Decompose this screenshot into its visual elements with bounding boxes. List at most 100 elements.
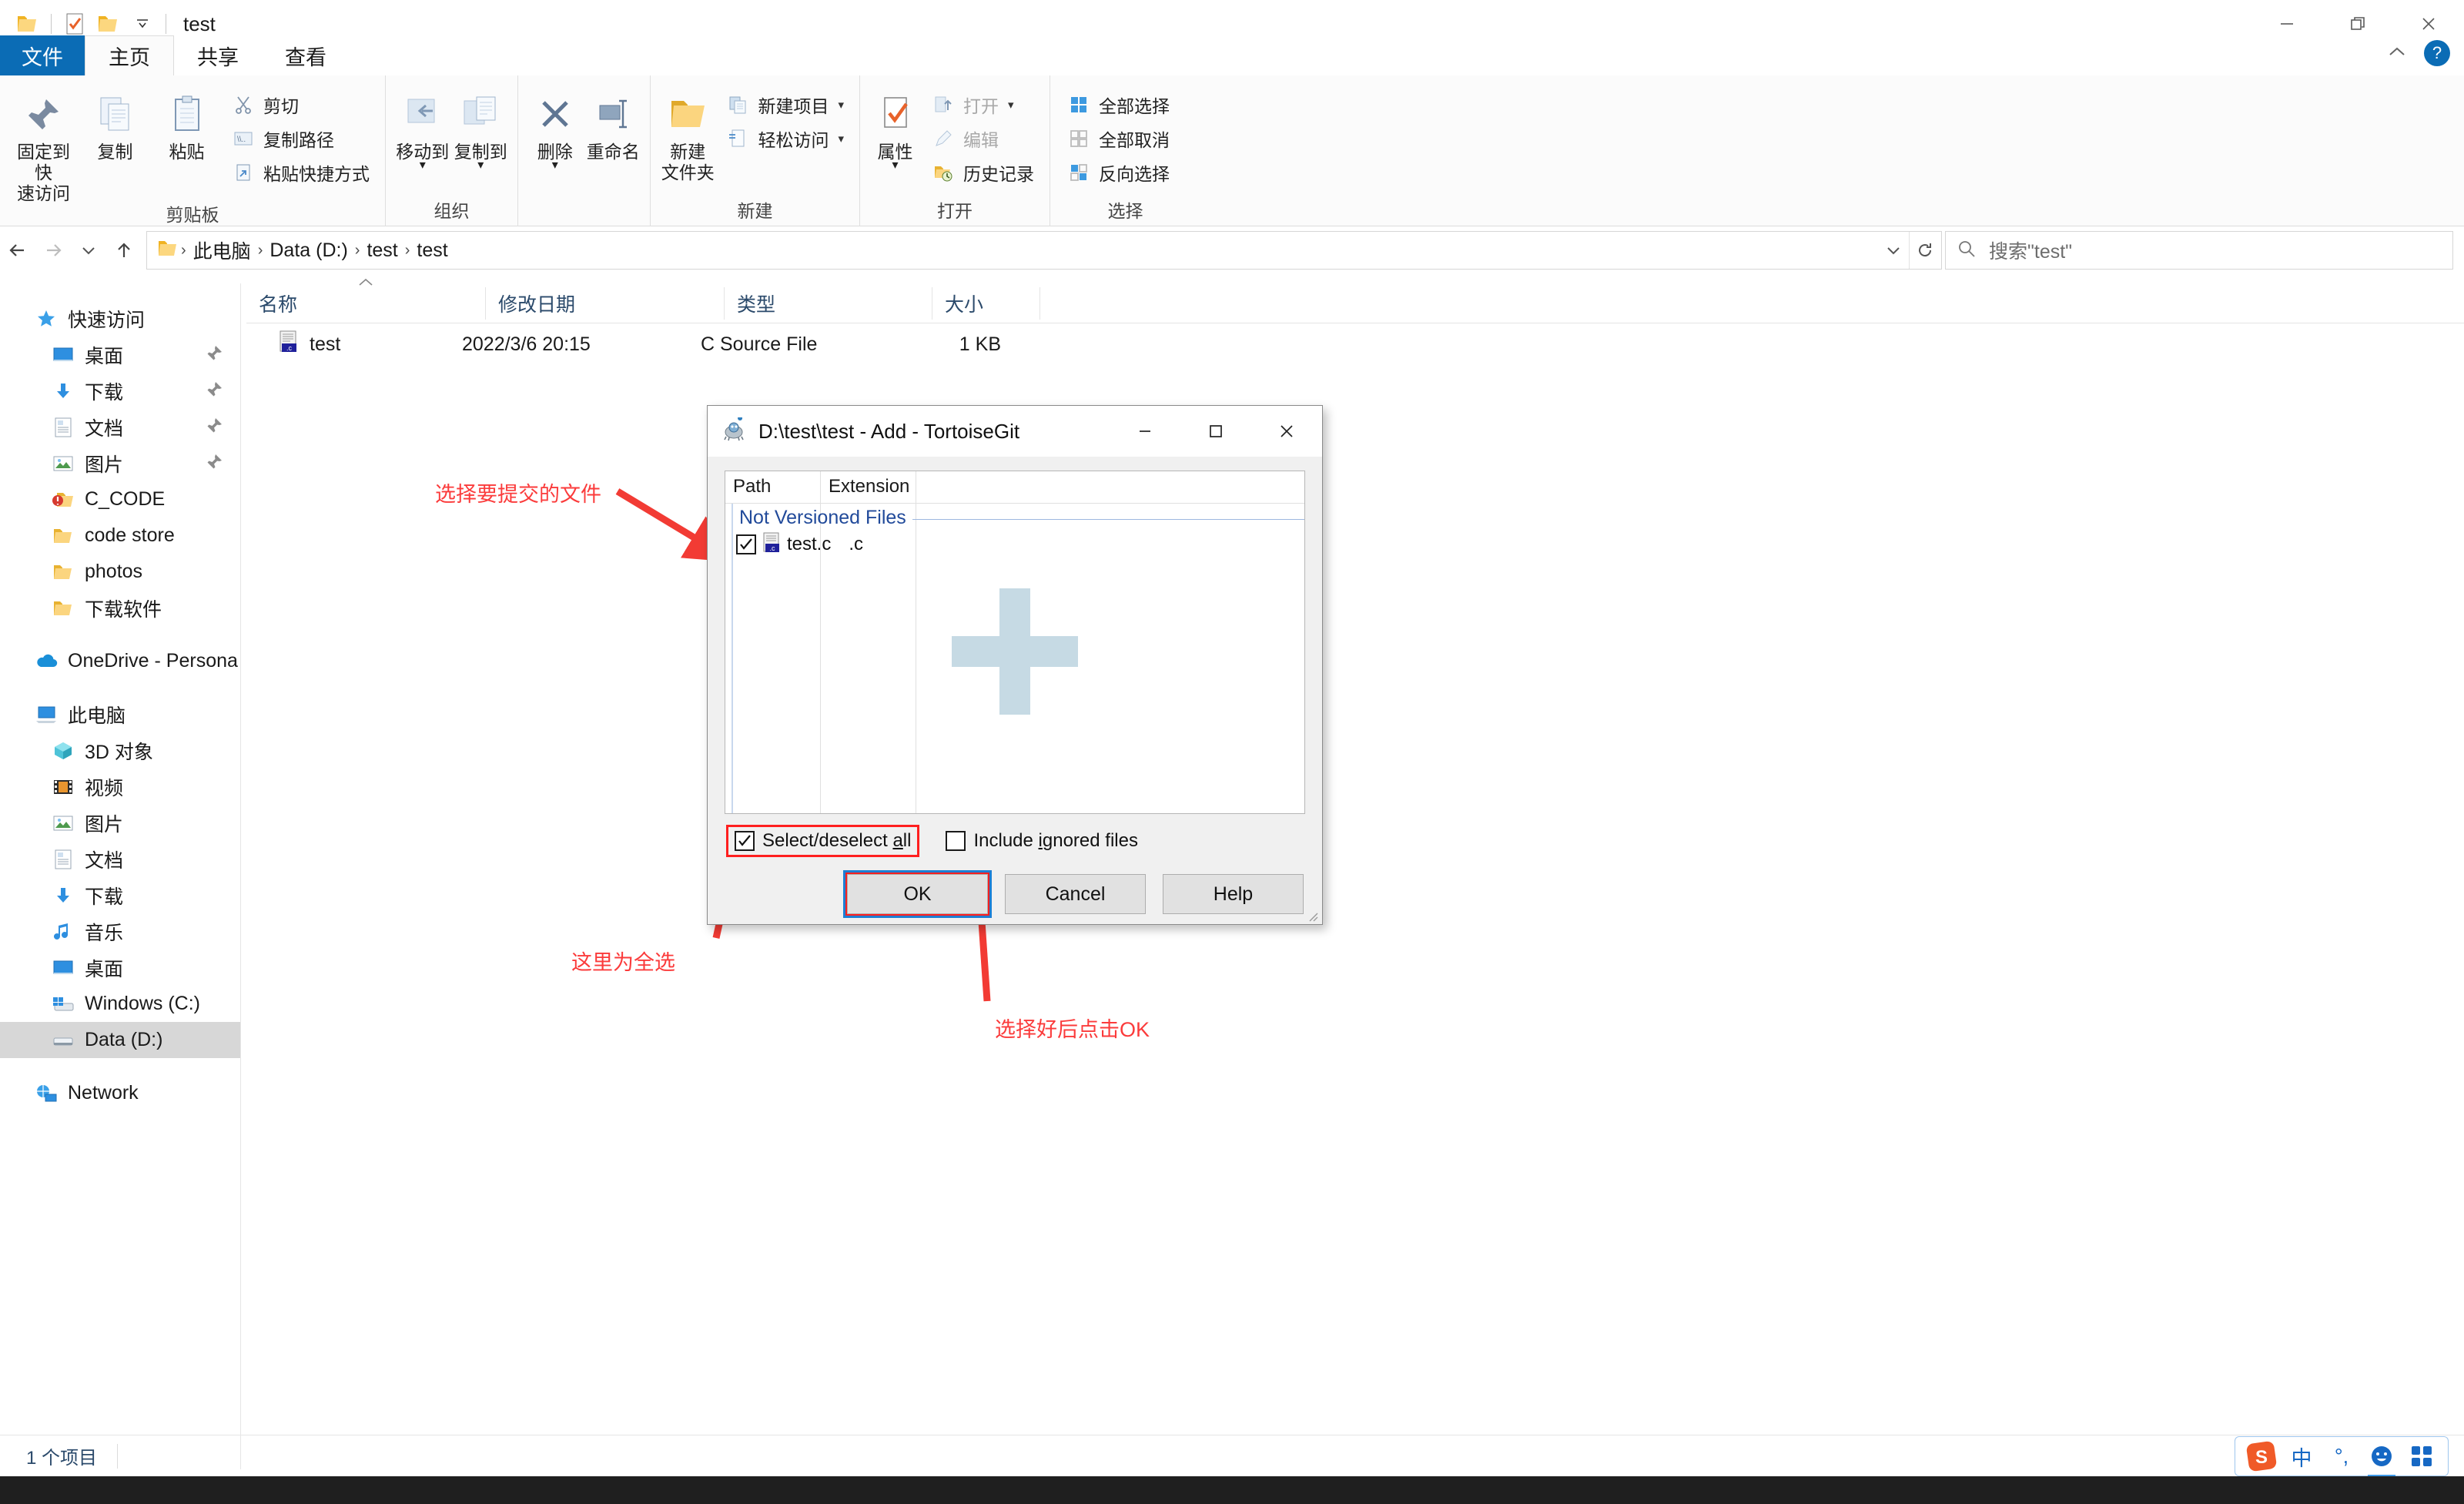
invert-selection-button[interactable]: 反向选择 <box>1060 156 1176 189</box>
chinese-mode-icon[interactable]: 中 <box>2283 1439 2320 1473</box>
resize-grip[interactable] <box>1305 909 1319 923</box>
sidebar-item-downloads[interactable]: 下载 <box>0 373 240 409</box>
refresh-icon[interactable] <box>1909 232 1940 269</box>
sidebar-item-pictures-pc[interactable]: 图片 <box>0 805 240 841</box>
sidebar-item-videos[interactable]: 视频 <box>0 769 240 805</box>
rename-button[interactable]: 重命名 <box>586 83 641 162</box>
chevron-down-icon-3[interactable]: ▾ <box>552 162 558 169</box>
list-column-path[interactable]: Path <box>725 471 820 504</box>
breadcrumb-item-2[interactable]: test <box>361 240 403 262</box>
forward-arrow-icon[interactable] <box>35 226 71 274</box>
desktop-icon <box>51 343 75 367</box>
file-checkbox[interactable] <box>736 534 756 554</box>
taskbar[interactable] <box>0 1476 2464 1504</box>
sidebar-item-quick-access[interactable]: 快速访问 <box>0 300 240 337</box>
chevron-down-icon-5[interactable]: ▾ <box>838 132 844 146</box>
chevron-down-icon-6[interactable]: ▾ <box>892 162 898 169</box>
search-input[interactable]: 搜索"test" <box>1945 231 2453 270</box>
pin-icon-1[interactable] <box>205 380 223 404</box>
breadcrumb-item-0[interactable]: 此电脑 <box>188 236 256 264</box>
column-header-type[interactable]: 类型 <box>724 287 932 320</box>
delete-button[interactable]: 删除 ▾ <box>527 83 583 169</box>
include-ignored-files-box[interactable] <box>946 831 966 851</box>
sidebar-item-data-d[interactable]: Data (D:) <box>0 1022 240 1058</box>
select-deselect-all-box[interactable] <box>735 831 755 851</box>
select-deselect-all-checkbox[interactable]: Select/deselect all <box>726 825 919 857</box>
include-ignored-files-checkbox[interactable]: Include ignored files <box>939 827 1143 855</box>
sidebar-item-desktop[interactable]: 桌面 <box>0 337 240 373</box>
sidebar-item-code-store[interactable]: code store <box>0 518 240 554</box>
chevron-down-icon-4[interactable]: ▾ <box>838 98 844 112</box>
pin-to-quick-access-button[interactable]: 固定到快速访问 <box>9 83 78 204</box>
sidebar-item-c-code[interactable]: C_CODE <box>0 481 240 518</box>
file-selection-list[interactable]: Path Extension Not Versioned Files .c <box>725 471 1305 814</box>
chevron-down-icon[interactable]: ▾ <box>420 162 426 169</box>
sidebar-item-network[interactable]: Network <box>0 1075 240 1111</box>
back-arrow-icon[interactable] <box>0 226 35 274</box>
pin-icon-2[interactable] <box>205 417 223 440</box>
pin-icon-3[interactable] <box>205 453 223 477</box>
tab-file[interactable]: 文件 <box>0 35 85 75</box>
chevron-down-icon-address[interactable] <box>1878 232 1909 269</box>
dialog-maximize-icon[interactable] <box>1180 406 1251 457</box>
sidebar-item-3d-objects[interactable]: 3D 对象 <box>0 732 240 769</box>
paste-button[interactable]: 粘贴 <box>152 83 221 162</box>
chevron-down-icon-2[interactable]: ▾ <box>477 162 484 169</box>
sidebar-item-windows-c[interactable]: Windows (C:) <box>0 986 240 1022</box>
sidebar-item-this-pc[interactable]: 此电脑 <box>0 696 240 732</box>
dialog-minimize-icon[interactable] <box>1110 406 1180 457</box>
column-header-date[interactable]: 修改日期 <box>485 287 724 320</box>
help-icon[interactable]: ? <box>2424 40 2450 66</box>
sogou-ime-icon[interactable]: S <box>2243 1439 2280 1473</box>
list-item[interactable]: .c test.c .c <box>725 529 1304 560</box>
punctuation-icon[interactable]: °, <box>2323 1439 2360 1473</box>
ribbon-group-delete-rename: 删除 ▾ 重命名 <box>517 75 650 226</box>
new-item-button[interactable]: 新建项目 ▾ <box>718 88 850 122</box>
column-header-name[interactable]: 名称 <box>246 287 485 320</box>
emoji-icon[interactable] <box>2363 1439 2400 1473</box>
cancel-button[interactable]: Cancel <box>1005 874 1146 914</box>
ok-button[interactable]: OK <box>847 874 988 914</box>
help-button[interactable]: Help <box>1163 874 1304 914</box>
select-none-button[interactable]: 全部取消 <box>1060 122 1176 156</box>
list-column-extension[interactable]: Extension <box>820 471 916 504</box>
sidebar-label-downloads: 下载 <box>85 377 123 405</box>
breadcrumb-item-1[interactable]: Data (D:) <box>264 240 353 262</box>
open-button[interactable]: 打开 ▾ <box>924 88 1040 122</box>
up-arrow-icon[interactable] <box>106 226 142 274</box>
toolbox-icon[interactable] <box>2403 1439 2440 1473</box>
pin-icon-0[interactable] <box>205 344 223 368</box>
sidebar-item-download-software[interactable]: 下载软件 <box>0 590 240 626</box>
sidebar-item-onedrive[interactable]: OneDrive - Persona <box>0 643 240 679</box>
table-row[interactable]: .c test 2022/3/6 20:15 C Source File 1 K… <box>246 323 2464 365</box>
sidebar-item-music[interactable]: 音乐 <box>0 913 240 950</box>
sidebar-item-downloads-pc[interactable]: 下载 <box>0 877 240 913</box>
select-all-button[interactable]: 全部选择 <box>1060 88 1176 122</box>
sidebar-item-documents[interactable]: 文档 <box>0 409 240 445</box>
tab-view[interactable]: 查看 <box>262 35 350 75</box>
collapse-ribbon-icon[interactable] <box>2387 45 2407 62</box>
recent-locations-icon[interactable] <box>71 226 106 274</box>
paste-shortcut-button[interactable]: 粘贴快捷方式 <box>224 156 376 189</box>
sidebar-item-documents-pc[interactable]: 文档 <box>0 841 240 877</box>
sidebar-item-pictures[interactable]: 图片 <box>0 445 240 481</box>
dialog-close-icon[interactable] <box>1251 406 1322 457</box>
copy-button[interactable]: 复制 <box>81 83 149 162</box>
easy-access-button[interactable]: 轻松访问 ▾ <box>718 122 850 156</box>
edit-button[interactable]: 编辑 <box>924 122 1040 156</box>
history-button[interactable]: 历史记录 <box>924 156 1040 189</box>
column-header-size[interactable]: 大小 <box>932 287 1040 320</box>
sidebar-item-photos[interactable]: photos <box>0 554 240 590</box>
move-to-button[interactable]: 移动到 ▾ <box>395 83 450 169</box>
copy-to-button[interactable]: 复制到 ▾ <box>454 83 509 169</box>
chevron-down-icon-7[interactable]: ▾ <box>1008 98 1014 112</box>
copy-path-button[interactable]: \\.. 复制路径 <box>224 122 376 156</box>
breadcrumb-bar[interactable]: › 此电脑 › Data (D:) › test › test <box>146 231 1942 270</box>
sidebar-item-desktop-pc[interactable]: 桌面 <box>0 950 240 986</box>
breadcrumb-item-3[interactable]: test <box>411 240 453 262</box>
new-folder-button[interactable]: 新建文件夹 <box>660 83 715 183</box>
cut-button[interactable]: 剪切 <box>224 88 376 122</box>
tab-share[interactable]: 共享 <box>174 35 262 75</box>
properties-button[interactable]: 属性 ▾ <box>869 83 921 169</box>
tab-home[interactable]: 主页 <box>85 35 174 75</box>
